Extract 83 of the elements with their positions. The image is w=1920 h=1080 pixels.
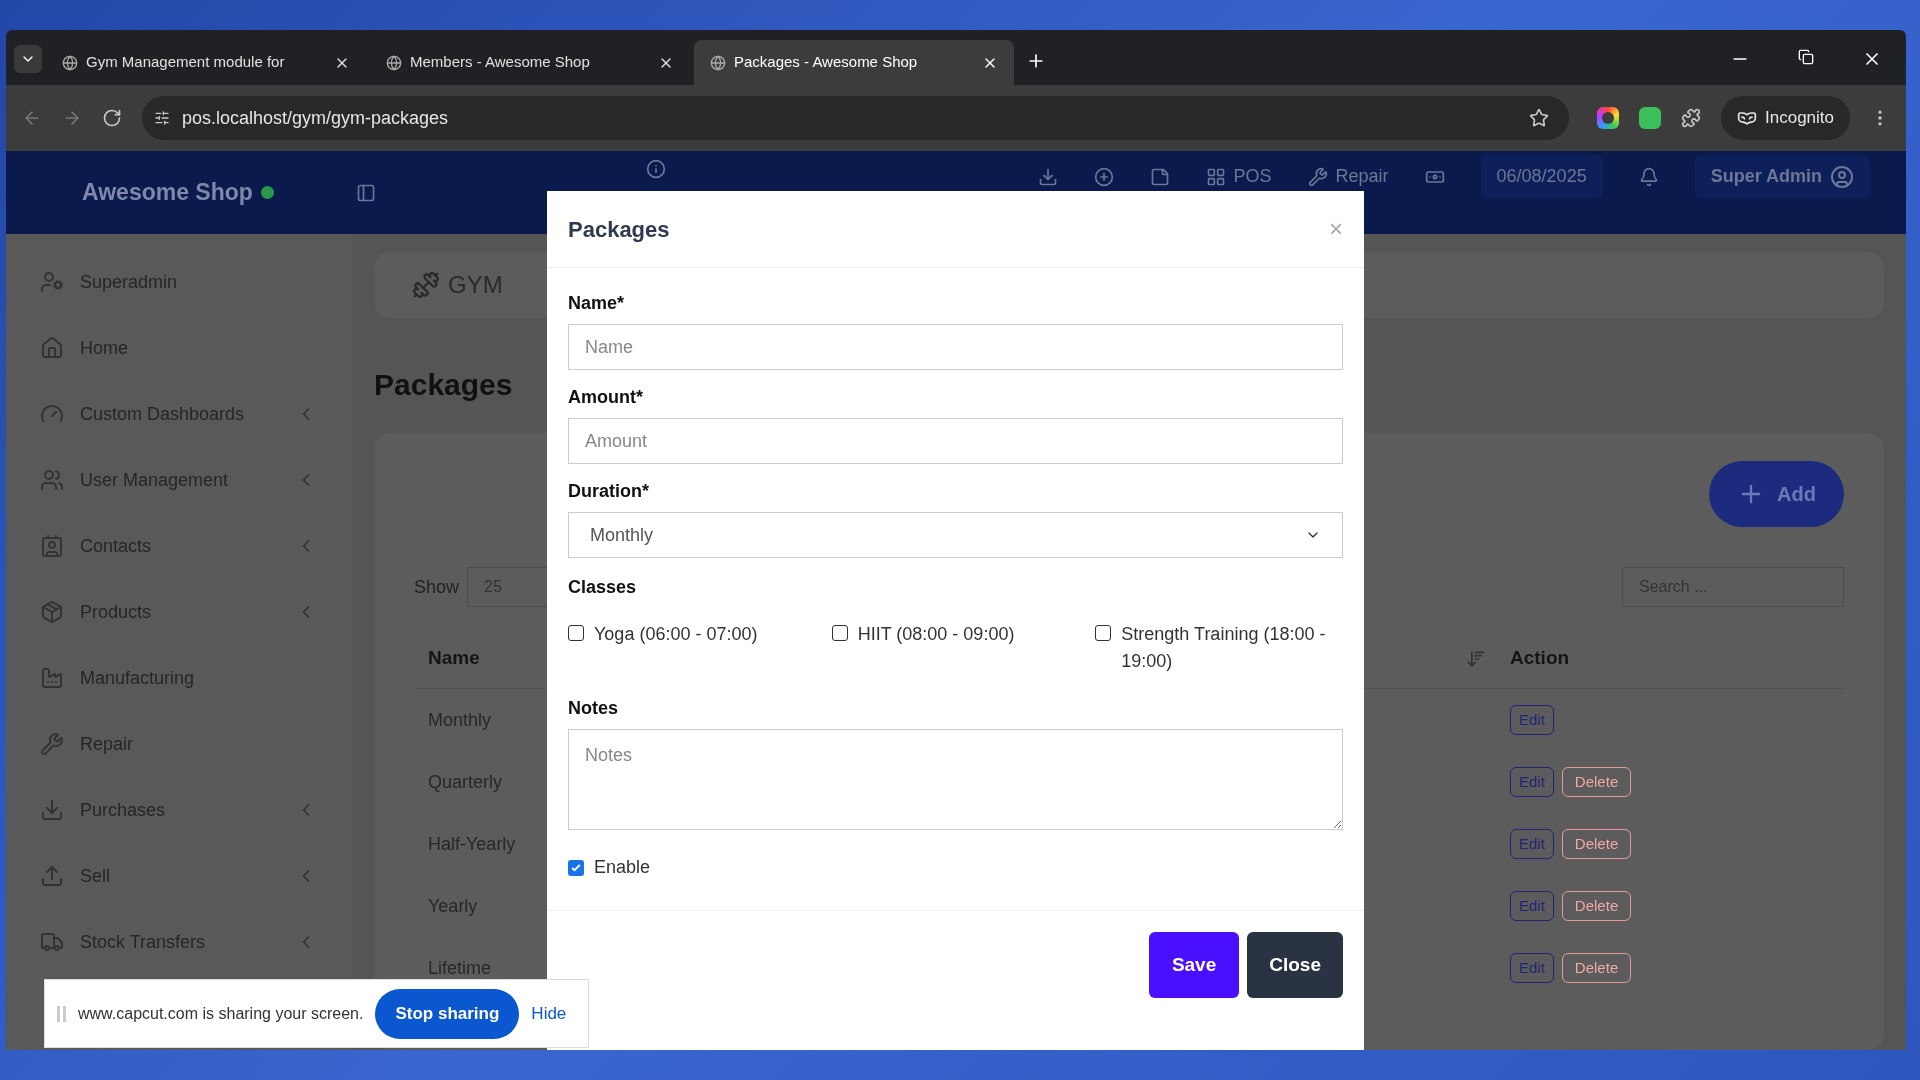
wrench-icon <box>1307 166 1328 187</box>
truck-icon <box>40 930 64 954</box>
checkbox[interactable] <box>568 859 584 876</box>
header-link[interactable]: POS <box>1233 163 1272 190</box>
edit-button[interactable]: Edit <box>1510 891 1554 921</box>
users-icon <box>40 468 64 492</box>
tab-title: Packages - Awesome Shop <box>734 52 919 73</box>
field-label: Amount* <box>568 386 644 409</box>
edit-button[interactable]: Edit <box>1510 953 1554 983</box>
reload-icon[interactable] <box>102 108 122 128</box>
delete-button[interactable]: Delete <box>1561 829 1632 859</box>
globe-icon <box>710 54 726 71</box>
header-link[interactable]: Repair <box>1335 163 1389 190</box>
user-gear-icon <box>40 270 64 294</box>
share-message: www.capcut.com is sharing your screen. <box>78 1003 364 1024</box>
color-extension-icon[interactable] <box>1597 107 1619 129</box>
download-icon <box>40 798 64 822</box>
extensions-icon[interactable] <box>1681 108 1701 128</box>
delete-button[interactable]: Delete <box>1561 891 1632 921</box>
browser-tab[interactable]: Packages - Awesome Shop <box>694 40 1014 85</box>
checkbox-label: Strength Training (18:00 - 19:00) <box>1121 623 1327 673</box>
url-text: pos.localhost/gym/gym-packages <box>182 106 450 130</box>
bell-icon <box>1638 166 1659 187</box>
edit-button[interactable]: Edit <box>1510 767 1554 797</box>
field-label: Notes <box>568 697 619 720</box>
home-icon <box>40 336 64 360</box>
field-label: Duration* <box>568 480 650 503</box>
browser-tab[interactable]: Members - Awesome Shop <box>370 40 690 85</box>
box-icon <box>40 600 64 624</box>
hide-link[interactable]: Hide <box>531 1000 567 1027</box>
select-field[interactable]: Monthly <box>568 512 1343 558</box>
profile-chip[interactable]: Incognito <box>1721 96 1850 140</box>
save-button[interactable]: Save <box>1148 932 1240 998</box>
delete-button[interactable]: Delete <box>1561 767 1632 797</box>
close-button[interactable]: × <box>1329 217 1343 241</box>
column-header: Action <box>1510 646 1571 671</box>
sidebar-toggle-icon[interactable] <box>356 182 376 203</box>
download-icon <box>1037 166 1058 187</box>
page-title: Packages <box>374 367 513 403</box>
note-icon <box>1149 166 1170 187</box>
tab-title: Gym Management module for <box>86 52 286 73</box>
notes-field[interactable]: Notes <box>568 729 1343 830</box>
checkbox-label: Enable <box>594 856 651 879</box>
delete-button[interactable]: Delete <box>1561 953 1632 983</box>
checkbox-label: HIIT (08:00 - 09:00) <box>857 623 1015 646</box>
edit-button[interactable]: Edit <box>1510 705 1554 735</box>
modal-title: Packages <box>568 215 670 244</box>
user-icon <box>1830 164 1854 189</box>
grid-icon <box>1205 166 1226 187</box>
edit-button[interactable]: Edit <box>1510 829 1554 859</box>
site-settings-icon[interactable] <box>154 110 170 126</box>
globe-icon <box>386 54 402 71</box>
checkbox[interactable] <box>831 625 848 641</box>
date-badge: 06/08/2025 <box>1480 155 1603 198</box>
upload-icon <box>40 864 64 888</box>
contact-card-icon <box>40 534 64 558</box>
text-field[interactable]: Name <box>568 324 1343 370</box>
tab-title: Members - Awesome Shop <box>410 52 591 73</box>
info-icon[interactable] <box>646 159 666 179</box>
brand-name: Awesome Shop <box>82 178 253 208</box>
column-header: Name <box>428 647 480 669</box>
tab-list-button[interactable] <box>14 45 42 73</box>
factory-icon <box>40 666 64 690</box>
address-bar[interactable]: pos.localhost/gym/gym-packages <box>142 96 1569 140</box>
dumbbell-icon <box>412 271 440 299</box>
checkbox[interactable] <box>568 625 584 641</box>
browser-tab[interactable]: Gym Management module for <box>46 40 366 85</box>
extension-icon[interactable] <box>1639 107 1661 129</box>
plus-circle-icon <box>1093 166 1114 187</box>
globe-icon <box>62 54 78 71</box>
star-icon[interactable] <box>1529 108 1549 128</box>
show-label: Show <box>414 575 460 599</box>
checkbox-label: Yoga (06:00 - 07:00) <box>594 623 758 646</box>
stop-sharing-button[interactable]: Stop sharing <box>375 988 520 1039</box>
restore-icon[interactable] <box>1798 49 1814 65</box>
user-menu[interactable]: Super Admin <box>1694 155 1870 198</box>
add-button[interactable]: Add <box>1709 461 1844 527</box>
text-field[interactable]: Amount <box>568 418 1343 464</box>
wrench-icon <box>40 732 64 756</box>
field-label: Name* <box>568 292 626 315</box>
drag-handle-icon[interactable] <box>57 1005 66 1022</box>
checkbox[interactable] <box>1095 625 1112 641</box>
close-button[interactable]: Close <box>1247 932 1343 998</box>
